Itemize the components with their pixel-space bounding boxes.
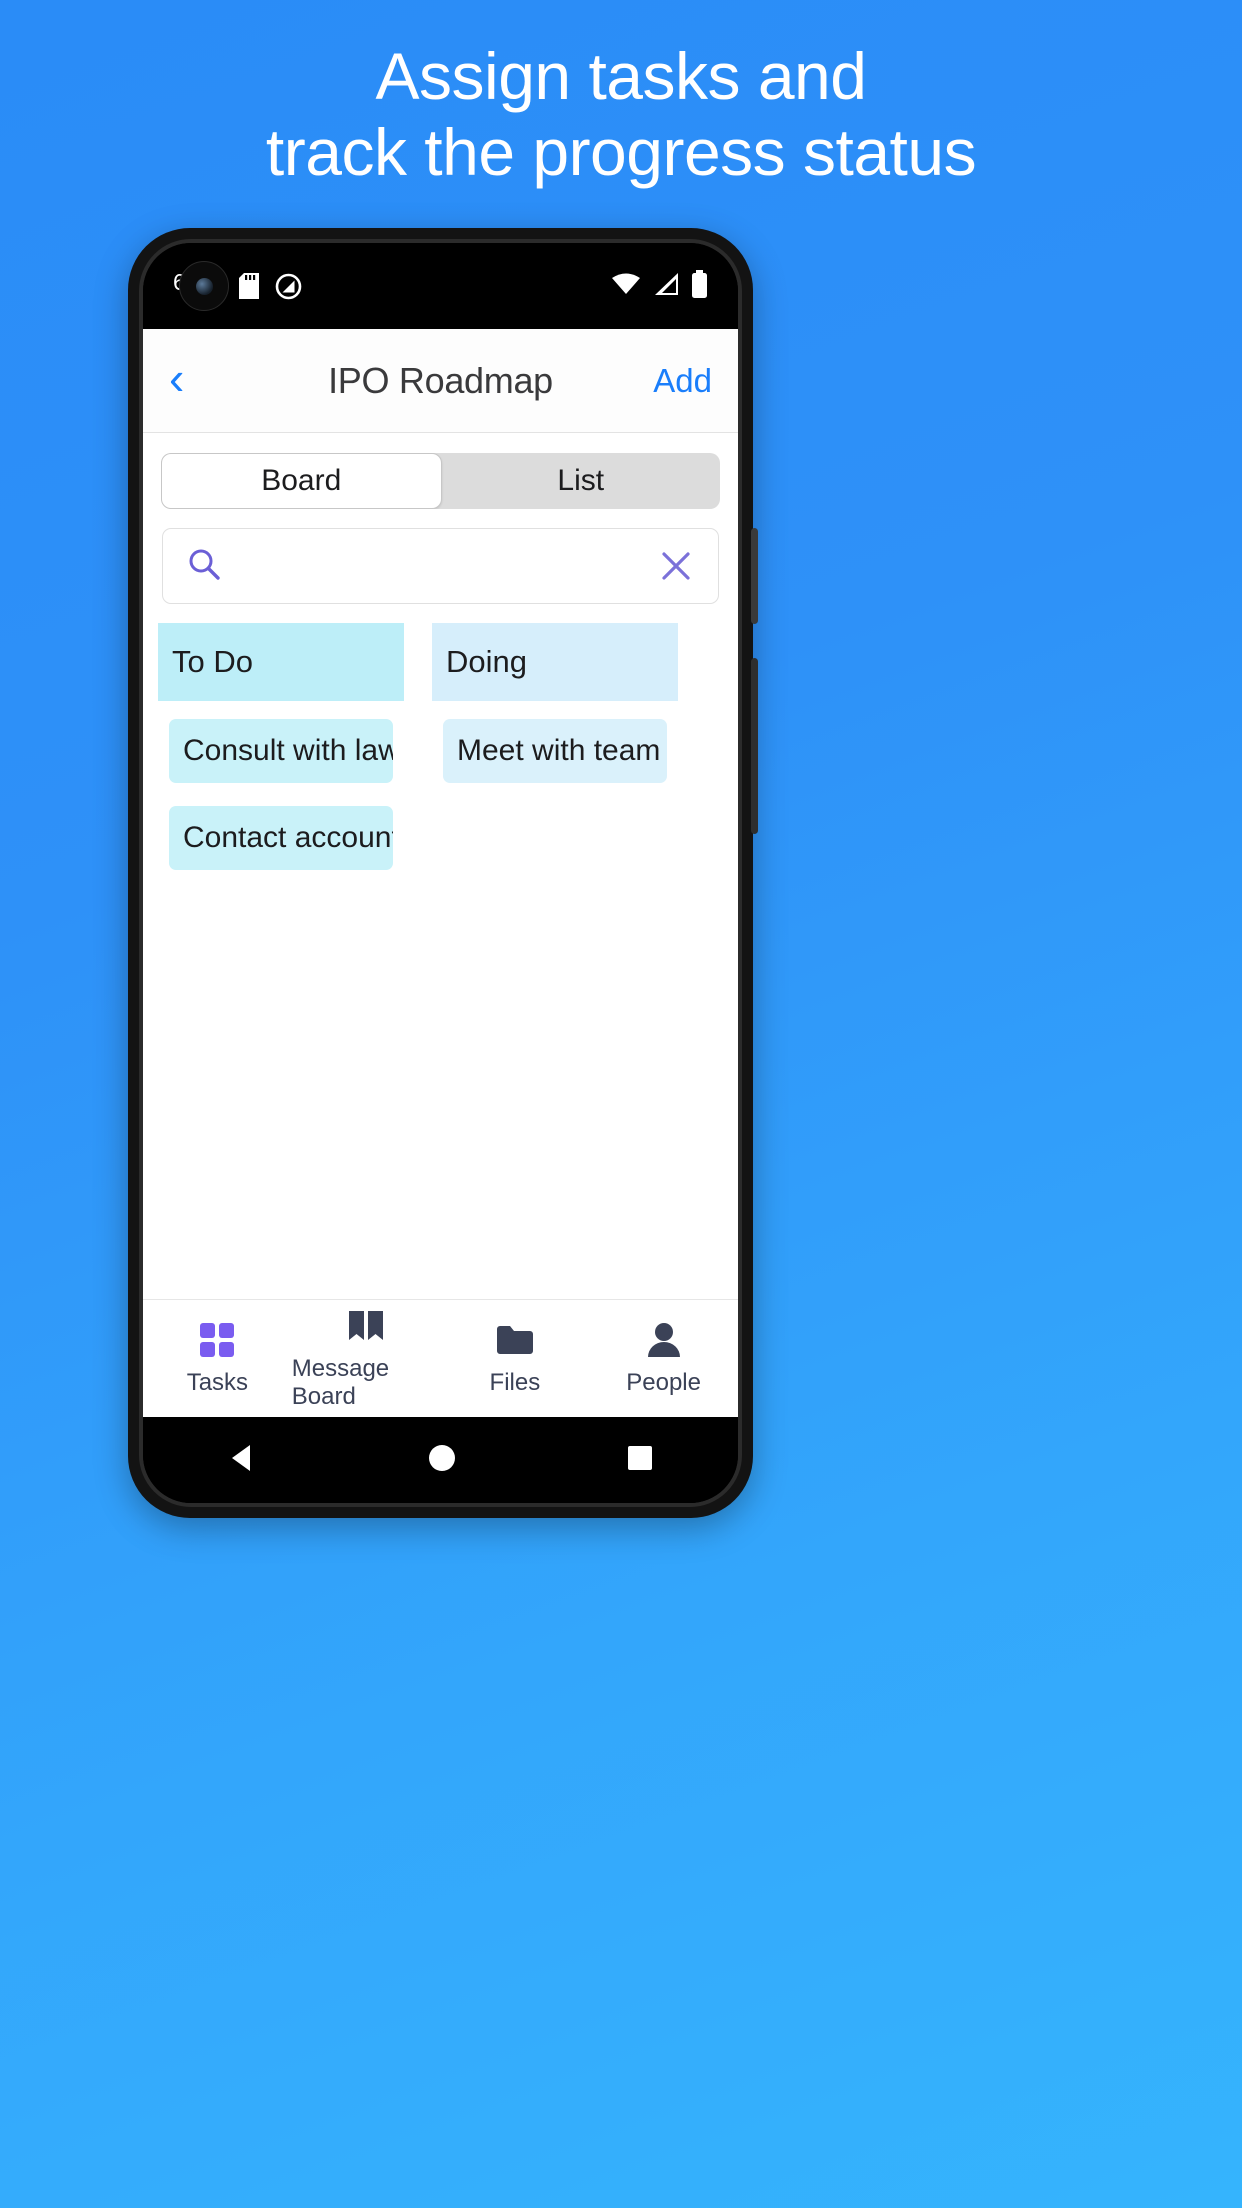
task-card[interactable]: Contact accounting firm xyxy=(169,806,393,870)
back-button[interactable]: ‹ xyxy=(169,355,223,407)
kanban-board[interactable]: To Do Consult with lawyer Contact accoun… xyxy=(143,623,738,1299)
board-column-doing: Doing Meet with team xyxy=(432,623,678,1299)
grid-icon xyxy=(198,1320,236,1360)
person-icon xyxy=(647,1320,681,1360)
promo-headline: Assign tasks and track the progress stat… xyxy=(0,39,1242,189)
column-cards: Meet with team xyxy=(432,701,678,1299)
volume-button[interactable] xyxy=(751,658,758,834)
camera-punchhole-icon xyxy=(179,261,229,311)
folder-icon xyxy=(495,1320,535,1360)
tab-list[interactable]: List xyxy=(442,453,721,509)
tab-label: People xyxy=(626,1369,701,1396)
view-switcher: Board List xyxy=(143,433,738,509)
power-button[interactable] xyxy=(751,528,758,624)
app-navbar: ‹ IPO Roadmap Add xyxy=(143,329,738,433)
search-input[interactable] xyxy=(223,549,656,583)
task-card[interactable]: Consult with lawyer xyxy=(169,719,393,783)
tab-board[interactable]: Board xyxy=(161,453,442,509)
recents-square-icon[interactable] xyxy=(624,1442,656,1479)
close-icon[interactable] xyxy=(656,546,696,586)
do-not-disturb-icon xyxy=(275,273,302,300)
home-circle-icon[interactable] xyxy=(425,1441,459,1480)
android-nav-bar xyxy=(143,1417,738,1503)
battery-icon xyxy=(691,269,708,303)
add-button[interactable]: Add xyxy=(653,362,712,400)
search-bar[interactable] xyxy=(162,528,719,604)
page-title: IPO Roadmap xyxy=(328,359,553,401)
phone-screen: 6 xyxy=(139,239,742,1507)
search-icon xyxy=(185,545,223,588)
android-status-bar: 6 xyxy=(143,243,738,329)
tab-tasks[interactable]: Tasks xyxy=(143,1320,292,1397)
tab-label: Tasks xyxy=(186,1369,249,1396)
column-header: To Do xyxy=(158,623,404,701)
promo-headline-line2: track the progress status xyxy=(265,114,977,189)
bottom-tab-bar: Tasks Message Board Files People xyxy=(143,1299,738,1417)
tab-people[interactable]: People xyxy=(589,1320,738,1397)
tab-label: Files xyxy=(489,1369,541,1396)
app-screen: ‹ IPO Roadmap Add Board List To Do Consu… xyxy=(143,329,738,1417)
sd-card-icon xyxy=(239,273,259,299)
wifi-icon xyxy=(611,272,641,301)
segmented-control: Board List xyxy=(161,453,720,509)
promo-headline-line1: Assign tasks and xyxy=(375,39,867,113)
tab-message-board[interactable]: Message Board xyxy=(292,1306,441,1411)
column-header: Doing xyxy=(432,623,678,701)
column-cards: Consult with lawyer Contact accounting f… xyxy=(158,701,404,1299)
phone-mockup: 6 xyxy=(128,228,758,1518)
search-section xyxy=(143,509,738,623)
tab-label: Message Board xyxy=(291,1355,390,1410)
cellular-signal-icon xyxy=(652,272,680,301)
board-column-todo: To Do Consult with lawyer Contact accoun… xyxy=(158,623,404,1299)
task-card[interactable]: Meet with team xyxy=(443,719,667,783)
status-bar-left-icons: 6 xyxy=(173,261,302,311)
back-triangle-icon[interactable] xyxy=(226,1441,260,1480)
status-bar-right-icons xyxy=(611,269,708,303)
tab-files[interactable]: Files xyxy=(441,1320,590,1397)
book-icon xyxy=(346,1306,386,1346)
